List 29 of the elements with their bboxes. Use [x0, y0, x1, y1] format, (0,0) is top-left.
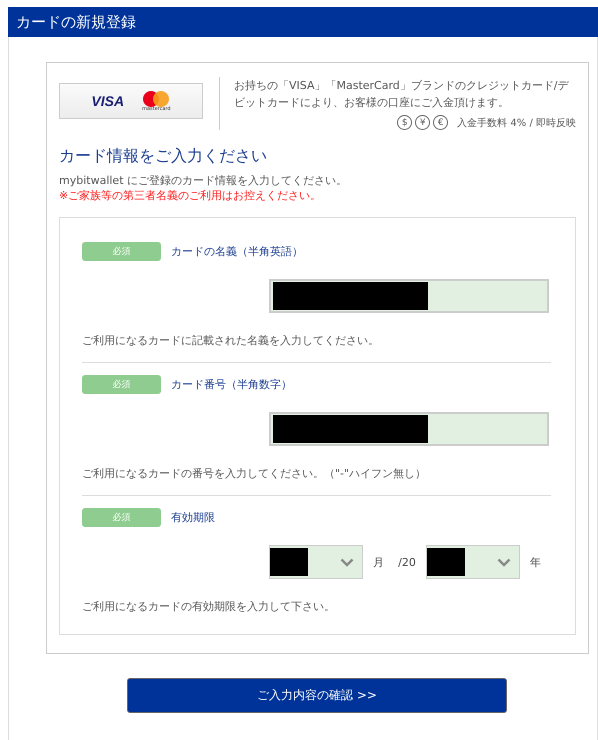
currency-icon: $ [397, 115, 412, 130]
section-heading: カード情報をご入力ください [59, 146, 268, 167]
field-label: カード番号（半角数字） [171, 377, 292, 392]
field-label: カードの名義（半角英語） [171, 244, 303, 259]
input-field[interactable] [269, 412, 549, 446]
help-text: ご利用になるカードに記載された名義を入力してください。 [82, 333, 380, 348]
fee-text: 入金手数料 4% / 即時反映 [457, 116, 576, 130]
month-select[interactable] [269, 545, 364, 579]
year-label: 年 [530, 554, 541, 570]
visa-logo: VISA [91, 93, 124, 109]
confirm-button[interactable]: ご入力内容の確認 >> [127, 678, 507, 713]
required-badge: 必須 [82, 242, 161, 261]
required-badge: 必須 [82, 508, 161, 527]
field-label: 有効期限 [171, 510, 215, 525]
instruction-text: mybitwallet にご登録のカード情報を入力してください。 [59, 173, 348, 188]
help-text: ご利用になるカードの番号を入力してください。（"-"ハイフン無し） [82, 466, 428, 481]
year-select[interactable] [426, 545, 520, 579]
month-label: 月 [373, 554, 384, 570]
year-prefix: /20 [398, 556, 416, 568]
chevron-down-icon [496, 558, 511, 566]
page-title: カードの新規登録 [16, 12, 136, 32]
help-text: ご利用になるカードの有効期限を入力して下さい。 [82, 599, 336, 614]
required-badge: 必須 [82, 375, 161, 394]
chevron-down-icon [340, 558, 354, 566]
intro-text: お持ちの「VISA」「MasterCard」ブランドのクレジットカード/デビットカードにより、お客様の口座にご入金頂けます。 [234, 78, 570, 111]
currency-icon: ¥ [415, 115, 430, 130]
currency-icon: € [433, 115, 448, 130]
warning-text: ※ご家族等の第三者名義のご利用はお控えください。 [59, 188, 322, 203]
input-field[interactable] [269, 279, 549, 313]
